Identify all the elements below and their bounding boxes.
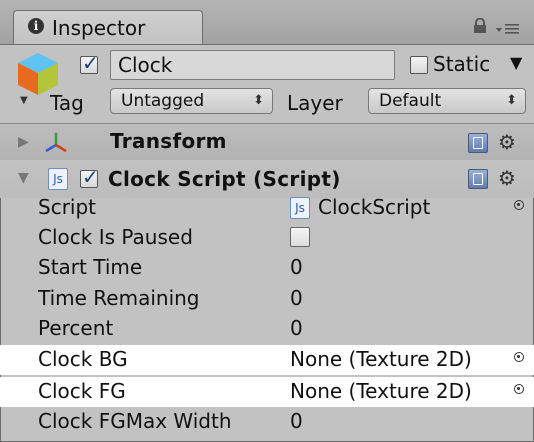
expanded-arrow-icon[interactable]: ▼: [18, 170, 29, 186]
clock-is-paused-checkbox[interactable]: [290, 227, 310, 247]
help-book-icon[interactable]: [468, 169, 488, 189]
menu-icon[interactable]: [496, 22, 520, 34]
name-field[interactable]: Clock: [110, 50, 395, 80]
static-dropdown-arrow[interactable]: ▼: [510, 53, 522, 72]
property-label: Percent: [38, 316, 114, 340]
tag-label: Tag: [50, 91, 84, 115]
clock-bg-field[interactable]: None (Texture 2D): [290, 347, 472, 371]
property-row-clock-fg[interactable]: Clock FG None (Texture 2D): [0, 377, 534, 407]
info-icon: i: [28, 18, 44, 34]
property-label: Clock BG: [38, 347, 128, 371]
property-row-start-time: Start Time 0: [0, 253, 534, 283]
js-script-icon: Js: [290, 197, 310, 219]
collapsed-arrow-icon[interactable]: ▶: [18, 134, 29, 150]
property-label: Start Time: [38, 255, 143, 279]
gear-icon[interactable]: ⚙: [498, 130, 516, 154]
property-label: Clock FGMax Width: [38, 409, 232, 433]
property-row-clock-fgmax-width: Clock FGMax Width 0: [0, 407, 534, 437]
object-picker-icon[interactable]: [514, 200, 524, 210]
property-label: Clock Is Paused: [38, 225, 193, 249]
icon-dropdown-arrow[interactable]: ▼: [20, 95, 28, 106]
property-value[interactable]: ClockScript: [318, 195, 430, 219]
clock-fg-field[interactable]: None (Texture 2D): [290, 379, 472, 403]
object-picker-icon[interactable]: [514, 352, 524, 362]
active-checkbox[interactable]: ✓: [80, 51, 99, 75]
percent-field[interactable]: 0: [290, 316, 303, 340]
property-label: Clock FG: [38, 379, 126, 403]
gear-icon[interactable]: ⚙: [498, 166, 516, 190]
transform-component-header[interactable]: ▶ Transform ⚙: [0, 124, 534, 163]
component-enabled-checkbox[interactable]: ✓: [80, 165, 99, 189]
tag-dropdown[interactable]: Untagged ⬍: [110, 88, 273, 114]
property-row-clock-bg[interactable]: Clock BG None (Texture 2D): [0, 345, 534, 375]
property-row-clock-is-paused: Clock Is Paused: [0, 223, 534, 253]
clock-script-title: Clock Script (Script): [108, 167, 341, 191]
static-label: Static: [433, 52, 491, 76]
tab-strip: i Inspector: [0, 0, 534, 45]
property-row-time-remaining: Time Remaining 0: [0, 284, 534, 314]
static-checkbox[interactable]: [410, 56, 428, 74]
lock-icon[interactable]: [473, 18, 487, 34]
clock-fgmax-width-field[interactable]: 0: [290, 409, 303, 433]
layer-value: Default: [379, 91, 442, 111]
updown-arrow-icon: ⬍: [253, 93, 264, 108]
object-picker-icon[interactable]: [514, 384, 524, 394]
property-label: Script: [38, 195, 97, 219]
checkmark-icon: ✓: [82, 51, 99, 75]
checkmark-icon: ✓: [82, 165, 99, 189]
updown-arrow-icon: ⬍: [506, 93, 517, 108]
tag-value: Untagged: [121, 91, 205, 111]
tab-inspector[interactable]: i Inspector: [13, 10, 203, 44]
tab-label: Inspector: [52, 16, 146, 40]
property-row-script[interactable]: Script Js ClockScript: [0, 193, 534, 223]
start-time-field[interactable]: 0: [290, 255, 303, 279]
time-remaining-field[interactable]: 0: [290, 286, 303, 310]
transform-axes-icon: [45, 133, 67, 153]
gameobject-header: ▼ ✓ Clock Static ▼ Tag Untagged ⬍ Layer …: [0, 45, 534, 124]
js-script-icon: Js: [48, 168, 68, 190]
help-book-icon[interactable]: [468, 133, 488, 153]
layer-dropdown[interactable]: Default ⬍: [368, 88, 526, 114]
property-label: Time Remaining: [38, 286, 200, 310]
layer-label: Layer: [287, 91, 343, 115]
property-row-percent: Percent 0: [0, 314, 534, 344]
transform-title: Transform: [110, 129, 227, 153]
